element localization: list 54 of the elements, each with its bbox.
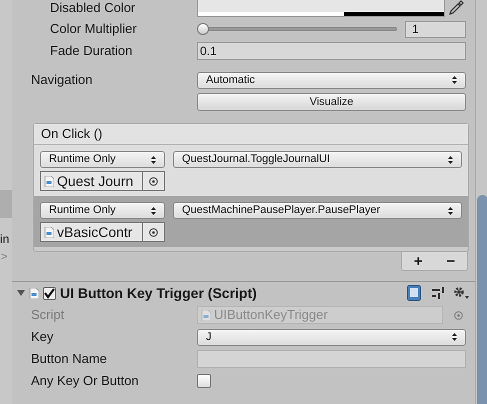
eyedropper-icon[interactable] [448,0,464,16]
preset-sliders-icon[interactable] [431,286,445,300]
component-title: UI Button Key Trigger (Script) [60,284,257,303]
field-label: Script [31,306,66,324]
dropdown-arrows-icon [448,156,453,164]
field-label: Button Name [31,350,108,368]
field-label: Disabled Color [50,0,136,18]
field-label: Any Key Or Button [31,372,140,390]
cut-label: in [0,232,10,246]
enabled-checkbox[interactable] [43,286,56,300]
color-field[interactable] [197,0,445,17]
dropdown-arrows-icon [151,156,156,164]
script-icon [201,310,211,320]
field-label: Navigation [31,71,94,90]
settings-icon[interactable] [453,286,469,300]
object-picker-icon [454,310,463,320]
navigation-dropdown[interactable]: Automatic [197,72,466,88]
field-label: Fade Duration [50,42,134,60]
scrollbar-thumb[interactable] [477,195,487,404]
dropdown-arrows-icon [151,206,156,214]
foldout-arrow-icon[interactable] [17,289,25,297]
dropdown-arrows-icon [452,333,457,341]
object-field[interactable]: Quest Journ [40,171,165,191]
field-label: Key [31,328,54,346]
checkbox[interactable] [197,374,211,388]
cut-label: > [0,250,8,264]
field-label: Color Multiplier [50,20,138,38]
slider-thumb[interactable] [197,23,209,35]
object-picker-icon[interactable] [149,228,158,236]
remove-button[interactable]: − [446,254,456,268]
object-picker-icon[interactable] [149,176,158,186]
script-icon [29,288,39,298]
script-icon [44,176,54,186]
number-field[interactable]: 1 [405,20,466,38]
function-dropdown[interactable]: QuestMachinePausePlayer.PausePlayer [173,202,462,219]
help-book-icon[interactable] [407,285,421,301]
key-dropdown[interactable]: J [197,328,466,346]
event-row[interactable]: Runtime Only QuestMachinePausePlayer.PausePlayer vBasicContr [34,196,468,247]
dropdown-arrows-icon [452,76,457,84]
visualize-button[interactable]: Visualize [197,93,466,111]
input-field[interactable] [197,350,466,368]
mode-dropdown[interactable]: Runtime Only [40,151,165,168]
dropdown-arrows-icon [448,206,453,214]
mode-dropdown[interactable]: Runtime Only [40,202,165,219]
selected-row-highlight [0,190,12,218]
script-icon [44,226,54,238]
event-row[interactable]: Runtime Only QuestJournal.ToggleJournalUI Quest Journ [34,145,468,196]
add-button[interactable]: + [414,254,423,268]
function-dropdown[interactable]: QuestJournal.ToggleJournalUI [173,151,462,168]
number-field[interactable]: 0.1 [197,42,466,60]
object-field[interactable]: vBasicContr [40,222,165,242]
script-field: UIButtonKeyTrigger [197,306,443,324]
slider-track[interactable] [197,23,397,35]
event-title: On Click () [41,125,102,144]
